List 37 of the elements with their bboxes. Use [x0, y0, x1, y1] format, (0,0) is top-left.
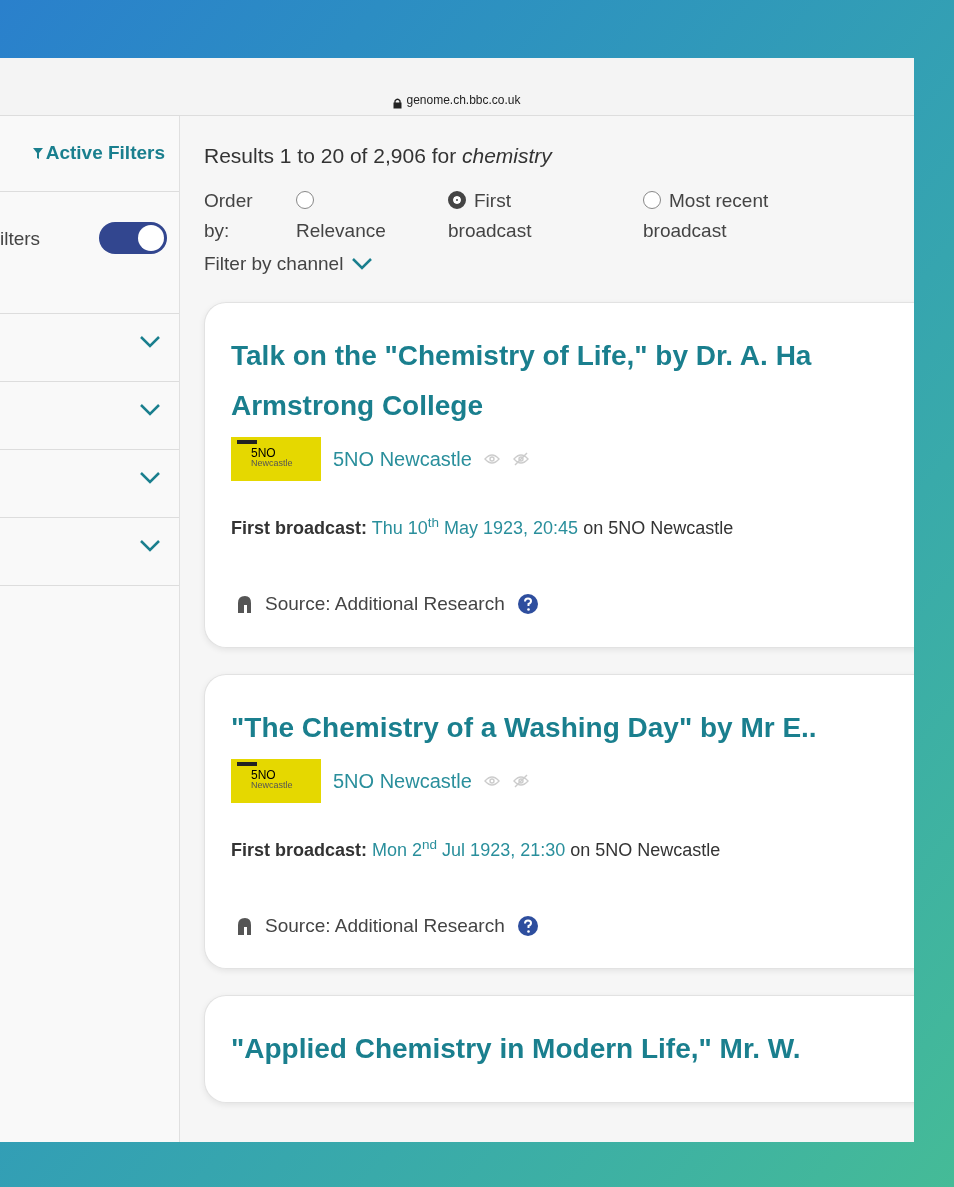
source-text: Source: Additional Research — [265, 913, 505, 938]
eye-icon[interactable] — [483, 774, 500, 787]
broadcast-info: First broadcast: Mon 2$^{nd}$ Jul 1923, 21:30 on 5NO Newcastle — [231, 836, 722, 862]
channel-link[interactable]: 5NO Newcastle — [333, 444, 472, 474]
radio-option[interactable]: Relevance — [296, 185, 396, 246]
eye-slash-icon[interactable] — [511, 452, 530, 466]
logo-text: 5NO — [251, 447, 276, 459]
order-label: Order by: — [204, 188, 254, 243]
broadcast-info: First broadcast: Thu 10$^{th}$ May 1923, 20:45 on 5NO Newcastle — [231, 515, 735, 540]
url-text[interactable]: genome.ch.bbc.co.uk — [406, 91, 521, 109]
programme-title[interactable]: "The Chemistry of a Washing Day" by Mr E.. — [231, 702, 914, 753]
toggle-label: ilters — [0, 227, 41, 251]
eye-icon[interactable] — [483, 453, 500, 465]
radio-option[interactable]: Most recent broadcast — [643, 185, 818, 246]
radio-button[interactable] — [296, 191, 314, 209]
radio-option[interactable]: First broadcast — [448, 185, 578, 246]
logo-text: 5NO — [251, 768, 276, 781]
broadcast-date-link[interactable]: Mon 2$^{nd}$ Jul 1923, 21:30 — [372, 839, 566, 860]
radio-button[interactable] — [448, 191, 466, 209]
channel-link[interactable]: 5NO Newcastle — [333, 765, 472, 796]
results-summary: Results 1 to 20 of 2,906 for chemistry — [204, 143, 554, 169]
chevron-down-icon — [351, 256, 374, 271]
help-icon[interactable] — [516, 593, 539, 616]
funnel-icon — [32, 148, 43, 159]
programme-title[interactable]: Talk on the "Chemistry of Life," by Dr. A. Ha Armstrong College — [231, 331, 914, 431]
active-filters-link[interactable]: Active Filters — [45, 139, 165, 168]
eye-slash-icon[interactable] — [511, 773, 530, 788]
programme-title[interactable]: "Applied Chemistry in Modern Life," Mr. W. — [231, 1024, 914, 1074]
logo-text: Newcastle — [251, 459, 294, 468]
source-text: Source: Additional Research — [265, 592, 505, 616]
radio-button[interactable] — [643, 191, 661, 209]
help-icon[interactable] — [516, 914, 539, 937]
broadcast-date-link[interactable]: Thu 10$^{th}$ May 1923, 20:45 — [371, 518, 579, 538]
logo-text: Newcastle — [251, 780, 294, 790]
toggle-switch[interactable] — [99, 222, 167, 254]
filter-channel-link[interactable]: Filter by channel — [204, 249, 344, 278]
lock-icon — [393, 98, 403, 109]
